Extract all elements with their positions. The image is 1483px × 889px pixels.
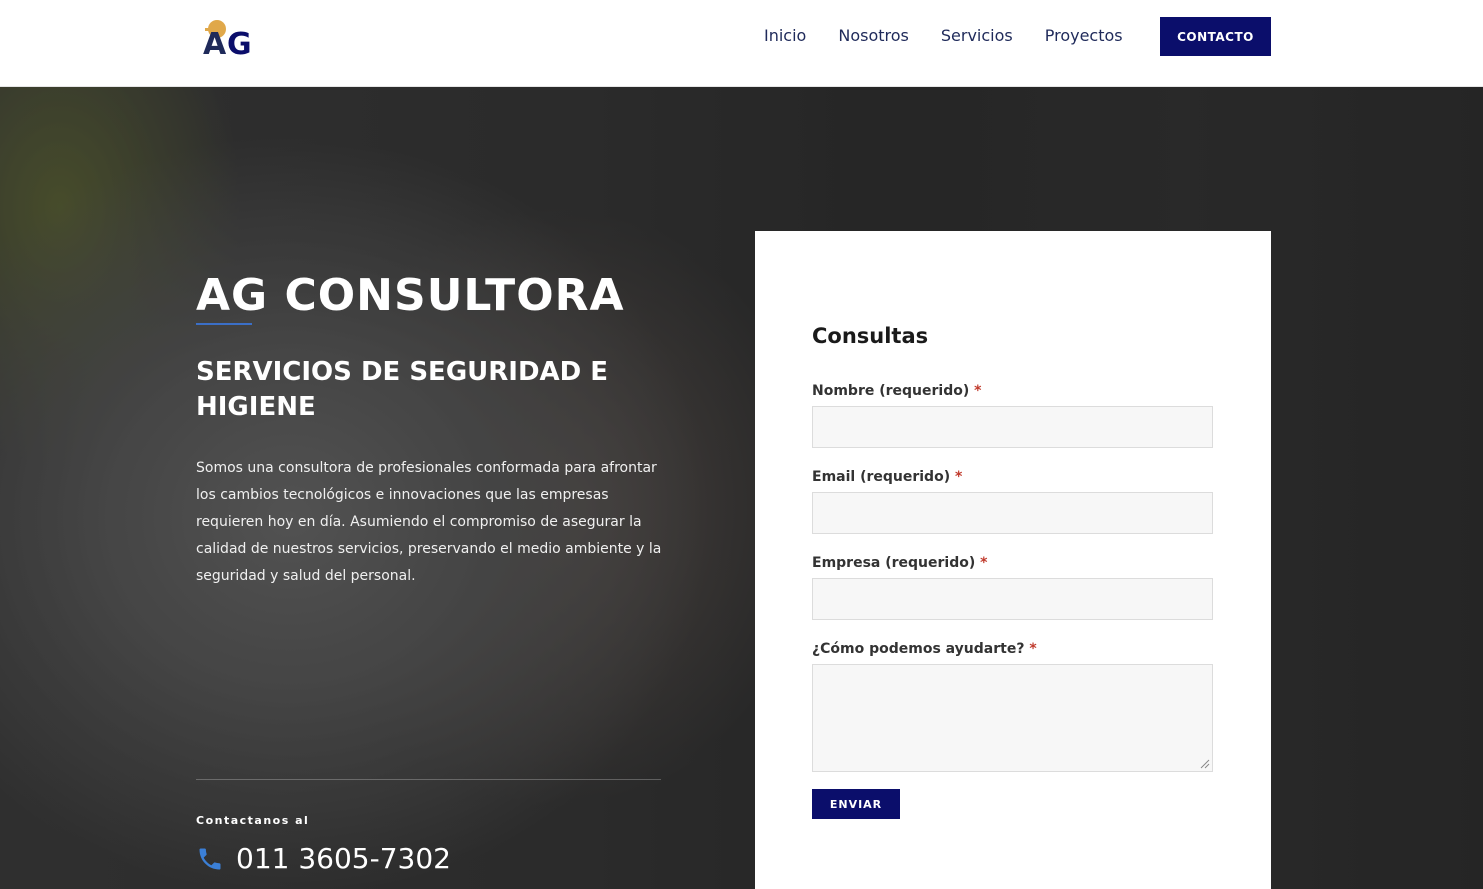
- field-label-text: Nombre (requerido): [812, 383, 970, 399]
- form-title: Consultas: [812, 324, 929, 348]
- contact-label: Contactanos al: [196, 814, 310, 827]
- svg-text:G: G: [227, 27, 252, 60]
- hero-description: Somos una consultora de profesionales co…: [196, 460, 662, 584]
- nombre-input[interactable]: [812, 406, 1213, 448]
- empresa-input[interactable]: [812, 578, 1213, 620]
- enviar-button[interactable]: ENVIAR: [812, 789, 900, 819]
- hero-subtitle: SERVICIOS DE SEGURIDAD E HIGIENE: [196, 357, 609, 422]
- required-mark: *: [954, 469, 963, 485]
- nav-inicio[interactable]: Inicio: [764, 26, 806, 46]
- mensaje-textarea[interactable]: [812, 664, 1213, 772]
- site-header: A G Inicio Nosotros Servicios Proyectos …: [0, 0, 1483, 87]
- contacto-button[interactable]: CONTACTO: [1160, 17, 1271, 56]
- required-mark: *: [1029, 641, 1037, 657]
- phone-icon: [199, 848, 221, 869]
- hero-divider: [196, 779, 661, 780]
- field-label-email: Email (requerido) *: [812, 469, 962, 485]
- required-mark: *: [980, 555, 988, 571]
- field-label-text: ¿Cómo podemos ayudarte?: [812, 641, 1025, 657]
- field-label-empresa: Empresa (requerido) *: [812, 555, 987, 571]
- title-underline: [196, 323, 252, 325]
- field-label-text: Empresa (requerido): [812, 555, 976, 571]
- phone-number[interactable]: 011 3605-7302: [236, 842, 451, 875]
- email-input[interactable]: [812, 492, 1213, 534]
- contact-form-card: Consultas Nombre (requerido) * Email (re…: [755, 231, 1271, 889]
- field-label-text: Email (requerido): [812, 469, 951, 485]
- required-mark: *: [974, 383, 982, 399]
- svg-text:A: A: [203, 27, 227, 60]
- field-label-nombre: Nombre (requerido) *: [812, 383, 981, 399]
- field-label-mensaje: ¿Cómo podemos ayudarte? *: [812, 641, 1037, 657]
- resize-grip-icon[interactable]: [1198, 757, 1210, 769]
- hero-title: AG CONSULTORA: [196, 270, 625, 321]
- phone-row[interactable]: 011 3605-7302: [196, 842, 451, 875]
- ag-logo[interactable]: A G: [200, 16, 264, 60]
- nav-nosotros[interactable]: Nosotros: [838, 26, 909, 46]
- main-nav: Inicio Nosotros Servicios Proyectos: [764, 26, 1155, 46]
- nav-servicios[interactable]: Servicios: [941, 26, 1013, 46]
- nav-proyectos[interactable]: Proyectos: [1045, 26, 1123, 46]
